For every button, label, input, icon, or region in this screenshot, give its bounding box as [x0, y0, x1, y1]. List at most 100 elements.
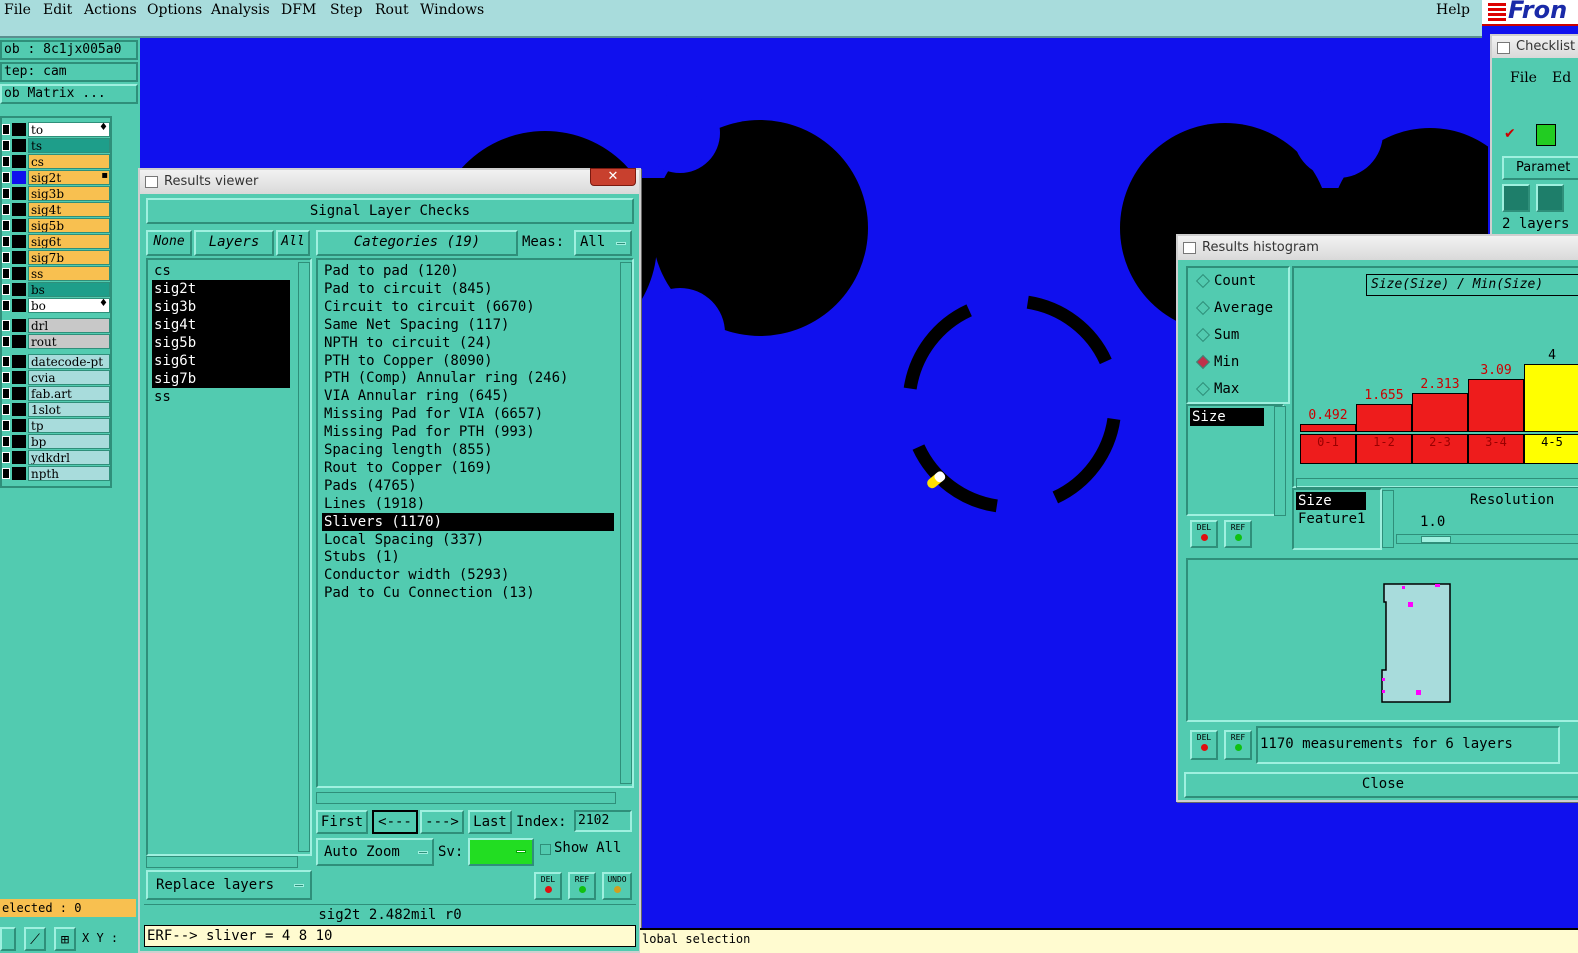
layer-row[interactable]: sig4t	[2, 202, 110, 217]
last-button[interactable]: Last	[468, 810, 512, 834]
layer-name[interactable]: bs	[28, 282, 110, 297]
prev-button[interactable]: <---	[372, 810, 418, 834]
layer-color-swatch[interactable]	[12, 123, 26, 136]
feature-list[interactable]: Size Feature1	[1292, 488, 1382, 550]
hist-del-button[interactable]: DEL	[1190, 520, 1218, 548]
results-viewer-titlebar[interactable]: Results viewer	[140, 170, 639, 194]
bin-label[interactable]: 0-1	[1300, 434, 1356, 464]
size-list[interactable]: Size	[1186, 404, 1284, 516]
layer-row[interactable]: ydkdrl	[2, 450, 110, 465]
layer-checkbox[interactable]	[2, 372, 10, 383]
layer-color-swatch[interactable]	[12, 319, 26, 332]
layer-checkbox[interactable]	[2, 172, 10, 183]
ref-button[interactable]: REF	[568, 872, 596, 900]
layer-name[interactable]: sig7b	[28, 250, 110, 265]
del-button[interactable]: DEL	[534, 872, 562, 900]
layer-list-box[interactable]: cs sig2t sig3b sig4t sig5b sig6t sig7b ss	[146, 258, 312, 856]
layer-name[interactable]: ss	[28, 266, 110, 281]
size-list-item[interactable]: Size	[1190, 408, 1264, 426]
layer-row[interactable]: cvia	[2, 370, 110, 385]
menu-analysis[interactable]: Analysis	[211, 2, 270, 18]
category-item[interactable]: NPTH to circuit (24)	[322, 334, 614, 352]
layer-name[interactable]: rout	[28, 334, 110, 349]
layer-checkbox[interactable]	[2, 252, 10, 263]
layer-color-swatch[interactable]	[12, 283, 26, 296]
layer-name[interactable]: sig5b	[28, 218, 110, 233]
layer-color-swatch[interactable]	[12, 171, 26, 184]
categories-button[interactable]: Categories (19)	[316, 230, 518, 256]
layer-name[interactable]: bp	[28, 434, 110, 449]
layer-color-swatch[interactable]	[12, 251, 26, 264]
mode-radio-max[interactable]: Max	[1194, 378, 1239, 400]
checklist-titlebar[interactable]: Checklist	[1492, 36, 1578, 58]
menu-actions[interactable]: Actions	[84, 2, 137, 18]
layer-name[interactable]: fab.art	[28, 386, 110, 401]
layer-color-swatch[interactable]	[12, 403, 26, 416]
layer-row[interactable]: sig7b	[2, 250, 110, 265]
layer-name[interactable]: to	[28, 122, 110, 137]
job-matrix-button[interactable]: ob Matrix ...	[0, 84, 138, 104]
grid-icon[interactable]: ⊞	[54, 927, 76, 951]
size-list-scrollbar[interactable]	[1274, 406, 1286, 516]
layer-checkbox[interactable]	[2, 124, 10, 135]
menu-file[interactable]: File	[4, 2, 31, 18]
show-all-checkbox[interactable]	[540, 844, 551, 855]
layer-color-swatch[interactable]	[12, 419, 26, 432]
replace-layers-dropdown[interactable]: Replace layers	[146, 870, 312, 900]
category-item[interactable]: Same Net Spacing (117)	[322, 316, 614, 334]
layer-row[interactable]: ss	[2, 266, 110, 281]
board-preview[interactable]	[1186, 558, 1578, 722]
layer-color-swatch[interactable]	[12, 435, 26, 448]
result-layer-item[interactable]: ss	[152, 388, 290, 406]
category-item[interactable]: PTH to Copper (8090)	[322, 352, 614, 370]
layer-color-swatch[interactable]	[12, 451, 26, 464]
histogram-bar[interactable]	[1524, 363, 1578, 432]
layer-checkbox[interactable]	[2, 356, 10, 367]
run-action-icon[interactable]	[1502, 184, 1530, 212]
result-layer-item[interactable]: sig5b	[152, 334, 290, 352]
category-item[interactable]: Slivers (1170)	[322, 512, 614, 531]
category-item[interactable]: Missing Pad for PTH (993)	[322, 423, 614, 441]
parameters-button[interactable]: Paramet	[1502, 156, 1578, 180]
layer-checkbox[interactable]	[2, 436, 10, 447]
layers-button[interactable]: Layers	[194, 230, 274, 256]
layer-checkbox[interactable]	[2, 188, 10, 199]
layer-row[interactable]: datecode-pt	[2, 354, 110, 369]
check-mark-icon[interactable]: ✔	[1504, 126, 1516, 142]
histogram-close-button[interactable]: Close	[1184, 772, 1578, 798]
layer-checkbox[interactable]	[2, 220, 10, 231]
result-layer-item[interactable]: sig7b	[152, 370, 290, 388]
index-input[interactable]: 2102	[574, 810, 632, 832]
category-item[interactable]: Stubs (1)	[322, 548, 614, 566]
mode-radio-sum[interactable]: Sum	[1194, 324, 1239, 346]
category-item[interactable]: Rout to Copper (169)	[322, 459, 614, 477]
layer-row[interactable]: npth	[2, 466, 110, 481]
layer-color-swatch[interactable]	[12, 139, 26, 152]
close-window-button[interactable]: ✕	[590, 168, 636, 186]
histogram-bar[interactable]	[1412, 392, 1468, 432]
histogram-bar[interactable]	[1300, 423, 1356, 432]
menu-dfm[interactable]: DFM	[281, 2, 316, 18]
category-item[interactable]: Pad to circuit (845)	[322, 280, 614, 298]
layer-checkbox[interactable]	[2, 268, 10, 279]
layer-color-swatch[interactable]	[12, 219, 26, 232]
layer-row[interactable]: 1slot	[2, 402, 110, 417]
layer-color-swatch[interactable]	[12, 267, 26, 280]
layer-row[interactable]: rout	[2, 334, 110, 349]
layer-name[interactable]: sig3b	[28, 186, 110, 201]
category-item[interactable]: Lines (1918)	[322, 495, 614, 513]
run-icon[interactable]	[1536, 124, 1556, 146]
category-item[interactable]: Pad to pad (120)	[322, 262, 614, 280]
first-button[interactable]: First	[316, 810, 368, 834]
feature-list-scrollbar[interactable]	[1382, 490, 1394, 548]
layer-row[interactable]: to ♦	[2, 122, 110, 137]
feature-list-item-size[interactable]: Size	[1296, 492, 1366, 510]
layer-name[interactable]: cs	[28, 154, 110, 169]
layer-checkbox[interactable]	[2, 140, 10, 151]
category-item[interactable]: Circuit to circuit (6670)	[322, 298, 614, 316]
result-layer-item[interactable]: cs	[152, 262, 290, 280]
menu-rout[interactable]: Rout	[375, 2, 409, 18]
undo-button[interactable]: UNDO	[602, 872, 632, 900]
menu-options[interactable]: Options	[147, 2, 202, 18]
layer-name[interactable]: tp	[28, 418, 110, 433]
